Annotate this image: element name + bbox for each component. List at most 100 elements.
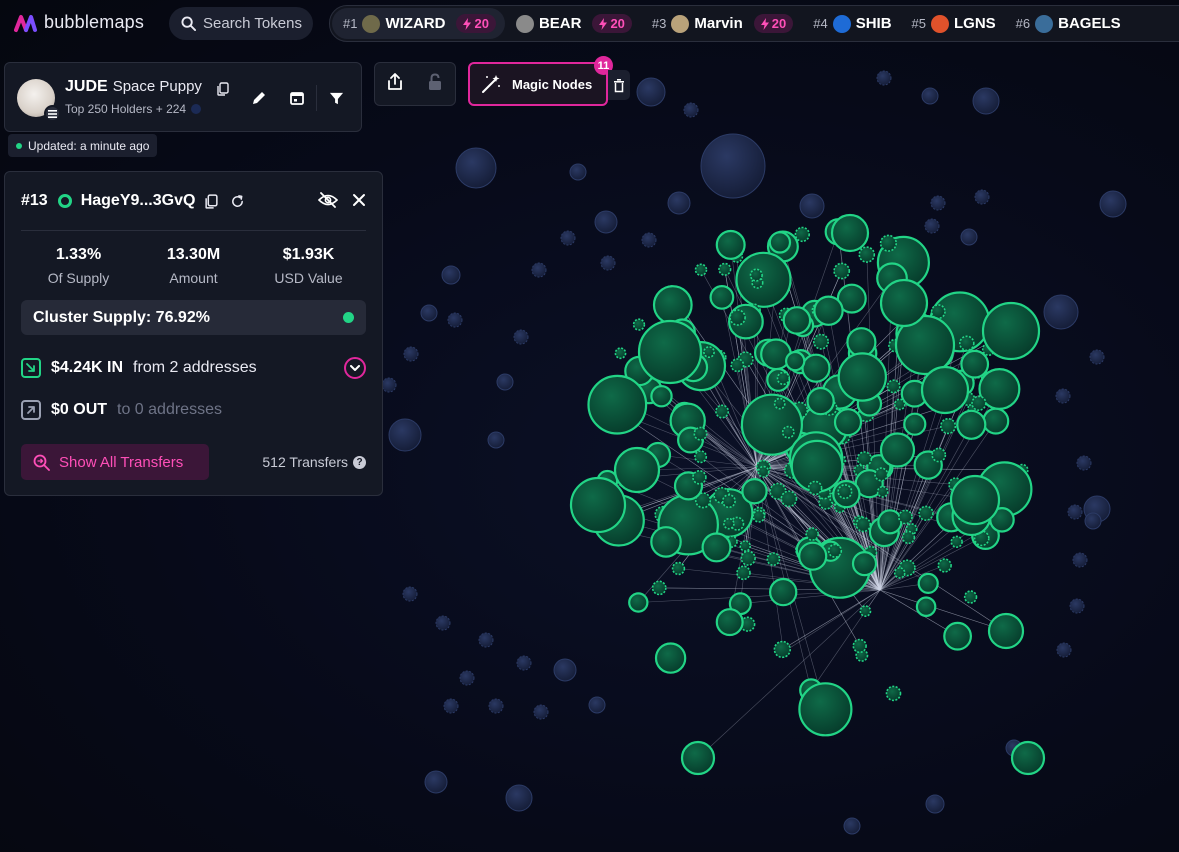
wallet-bubble-51[interactable] (560, 230, 576, 246)
cluster-bubble-203[interactable] (805, 527, 820, 541)
cluster-bubble-117[interactable] (846, 327, 877, 358)
cluster-bubble-55[interactable] (852, 638, 867, 654)
wallet-bubble-10[interactable] (925, 794, 945, 814)
cluster-bubble-131[interactable] (963, 590, 978, 604)
cluster-bubble-37[interactable] (812, 333, 829, 350)
eye-off-icon[interactable] (318, 192, 338, 208)
cluster-bubble-215[interactable] (859, 605, 872, 617)
cluster-bubble-157[interactable] (801, 353, 831, 383)
wallet-bubble-25[interactable] (420, 304, 438, 322)
cluster-bubble-307[interactable] (949, 474, 1001, 526)
wallet-bubble-23[interactable] (683, 102, 699, 118)
refresh-icon[interactable] (230, 194, 245, 209)
trending-token-bagels[interactable]: #6 BAGELS (1005, 8, 1130, 39)
share-button[interactable] (386, 72, 404, 97)
cluster-bubble-182[interactable] (654, 642, 687, 674)
cluster-bubble-65[interactable] (982, 407, 1010, 435)
trending-token-shib[interactable]: #4 SHIB (802, 8, 900, 39)
cluster-bubble-308[interactable] (1010, 740, 1046, 776)
search-tokens-button[interactable]: Search Tokens (169, 7, 313, 40)
cluster-bubble-216[interactable] (813, 295, 844, 326)
cluster-bubble-306[interactable] (987, 612, 1025, 650)
wallet-bubble-13[interactable] (799, 193, 825, 219)
wallet-bubble-3[interactable] (972, 87, 1000, 115)
cluster-bubble-178[interactable] (798, 541, 828, 571)
wallet-bubble-20[interactable] (588, 696, 606, 714)
cluster-bubble-108[interactable] (628, 592, 649, 613)
cluster-bubble-166[interactable] (851, 550, 878, 577)
cluster-bubble-222[interactable] (971, 395, 987, 411)
cluster-bubble-309[interactable] (680, 740, 716, 776)
cluster-bubble-191[interactable] (901, 530, 916, 545)
cluster-bubble-146[interactable] (794, 226, 810, 243)
cluster-bubble-228[interactable] (729, 309, 746, 326)
cluster-bubble-152[interactable] (650, 526, 682, 558)
cluster-bubble-45[interactable] (741, 478, 768, 505)
cluster-bubble-20[interactable] (858, 246, 876, 263)
wallet-bubble-47[interactable] (930, 195, 946, 211)
trending-token-bear[interactable]: BEAR 20 (505, 8, 641, 39)
cluster-bubble-177[interactable] (855, 516, 872, 533)
wallet-bubble-26[interactable] (496, 373, 514, 391)
cluster-bubble-311[interactable] (920, 365, 970, 415)
copy-address-icon[interactable] (205, 193, 219, 209)
wallet-bubble-52[interactable] (641, 232, 657, 248)
cluster-bubble-62[interactable] (723, 517, 735, 530)
wallet-bubble-37[interactable] (488, 698, 504, 714)
wallet-bubble-39[interactable] (533, 704, 549, 720)
cluster-bubble-206[interactable] (943, 621, 972, 651)
cluster-bubble-71[interactable] (735, 251, 792, 308)
cluster-bubble-204[interactable] (807, 480, 823, 496)
wallet-bubble-22[interactable] (876, 70, 892, 86)
cluster-bubble-118[interactable] (876, 485, 889, 498)
filter-button[interactable] (317, 81, 355, 115)
cluster-bubble-300[interactable] (637, 319, 703, 385)
cluster-bubble-217[interactable] (709, 285, 735, 310)
cluster-bubble-31[interactable] (885, 685, 902, 702)
cluster-bubble-66[interactable] (736, 565, 751, 581)
close-icon[interactable] (352, 193, 366, 207)
holder-address[interactable]: HageY9...3GvQ (81, 192, 196, 210)
cluster-bubble-220[interactable] (773, 397, 786, 410)
cluster-bubble-73[interactable] (960, 349, 990, 379)
cluster-bubble-84[interactable] (939, 418, 957, 435)
cluster-bubble-18[interactable] (903, 412, 927, 436)
wallet-bubble-4[interactable] (1099, 190, 1127, 218)
cluster-bubble-147[interactable] (827, 543, 843, 558)
cluster-bubble-103[interactable] (730, 358, 745, 373)
wallet-bubble-14[interactable] (569, 163, 587, 181)
wallet-bubble-46[interactable] (1055, 388, 1071, 404)
cluster-bubble-196[interactable] (773, 640, 791, 659)
cluster-bubble-208[interactable] (721, 494, 736, 509)
cluster-bubble-180[interactable] (693, 426, 708, 441)
cluster-supply-bar[interactable]: Cluster Supply: 76.92% (21, 300, 366, 335)
trending-token-lgns[interactable]: #5 LGNS (901, 8, 1005, 39)
cluster-bubble-219[interactable] (837, 484, 853, 500)
wallet-bubble-1[interactable] (455, 147, 497, 189)
copy-icon[interactable] (217, 82, 229, 96)
cluster-bubble-64[interactable] (833, 262, 851, 280)
cluster-bubble-38[interactable] (886, 379, 901, 394)
cluster-bubble-194[interactable] (918, 505, 934, 521)
cluster-bubble-70[interactable] (780, 490, 798, 508)
cluster-bubble-183[interactable] (798, 682, 853, 737)
cluster-bubble-212[interactable] (651, 580, 667, 596)
cluster-bubble-162[interactable] (917, 572, 939, 595)
cluster-bubble-218[interactable] (893, 398, 906, 411)
wallet-bubble-12[interactable] (594, 210, 618, 234)
cluster-bubble-305[interactable] (613, 446, 661, 494)
cluster-bubble-13[interactable] (694, 263, 708, 277)
cluster-bubble-122[interactable] (694, 450, 708, 464)
cluster-bubble-168[interactable] (781, 425, 795, 439)
wallet-bubble-48[interactable] (974, 189, 990, 205)
wallet-bubble-53[interactable] (600, 255, 616, 271)
edit-button[interactable] (240, 81, 278, 115)
wallet-bubble-35[interactable] (516, 655, 532, 671)
cluster-bubble-136[interactable] (879, 432, 916, 468)
lock-button[interactable] (426, 72, 444, 97)
cluster-bubble-54[interactable] (632, 318, 646, 331)
trending-token-wizard[interactable]: #1 WIZARD 20 (332, 8, 505, 39)
cluster-bubble-189[interactable] (587, 374, 648, 435)
wallet-bubble-49[interactable] (924, 218, 940, 234)
wallet-bubble-38[interactable] (443, 698, 459, 714)
